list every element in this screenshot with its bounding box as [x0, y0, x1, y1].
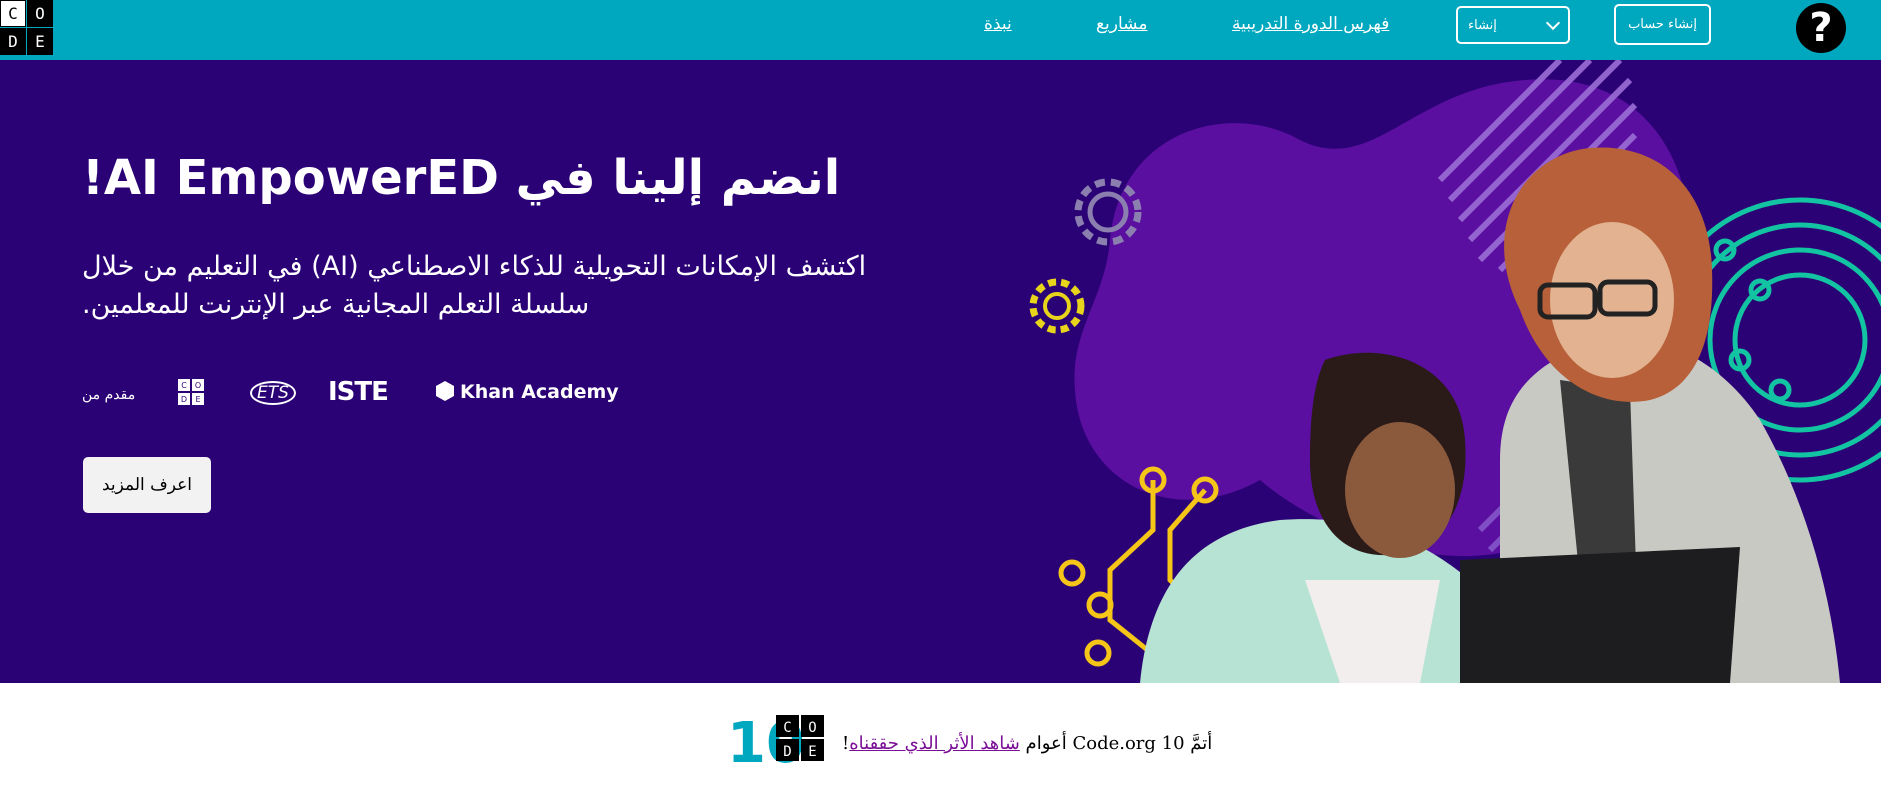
code-org-logo[interactable]: C O D E: [0, 0, 53, 55]
logo-letter-d: D: [0, 28, 26, 55]
anniversary-text: أتمَّ Code.org 10 أعوام شاهد الأثر الذي …: [842, 733, 1212, 754]
partner-logo-letter: D: [178, 393, 190, 405]
chevron-down-icon: [1545, 15, 1561, 30]
ten-logo-letter: D: [783, 744, 791, 760]
partner-logo-letter: O: [192, 379, 204, 391]
logo-letter-o: O: [27, 0, 53, 27]
khan-academy-logo: Khan Academy: [436, 381, 619, 403]
anniversary-text-prefix: أتمَّ Code.org 10 أعوام: [1019, 733, 1213, 754]
partner-logos-row: مقدم من C O D E ETS ISTE Khan Academy: [82, 377, 619, 417]
presented-by-label: مقدم من: [82, 387, 136, 403]
learn-more-button[interactable]: اعرف المزيد: [83, 457, 211, 513]
ten-years-logo: 10 C O D E: [729, 712, 824, 763]
khan-academy-label: Khan Academy: [460, 381, 619, 403]
ten-logo-letter: C: [783, 720, 791, 736]
create-dropdown-label: إنشاء: [1468, 17, 1497, 33]
ets-logo: ETS: [250, 381, 296, 405]
nav-link-projects[interactable]: مشاريع: [1096, 14, 1147, 34]
top-navigation-bar: C O D E نبذة مشاريع فهرس الدورة التدريبي…: [0, 0, 1881, 60]
ten-logo-letter: E: [808, 744, 816, 760]
laptop-photo: [1460, 547, 1740, 683]
see-impact-link[interactable]: شاهد الأثر الذي حققناه: [849, 733, 1020, 754]
hero-section: انضم إلينا في AI EmpowerED! اكتشف الإمكا…: [0, 60, 1881, 683]
create-account-button[interactable]: إنشاء حساب: [1614, 4, 1711, 45]
help-question-icon[interactable]: ?: [1796, 3, 1846, 53]
logo-letter-c: C: [0, 0, 26, 27]
iste-logo: ISTE: [328, 377, 389, 407]
nav-link-about[interactable]: نبذة: [984, 14, 1012, 34]
create-dropdown[interactable]: إنشاء: [1456, 6, 1570, 44]
ten-logo-letter: O: [808, 720, 816, 736]
logo-letter-e: E: [27, 28, 53, 55]
nav-link-course-catalog[interactable]: فهرس الدورة التدريبية: [1232, 14, 1389, 34]
khan-academy-hex-icon: [436, 381, 454, 401]
hero-title: انضم إلينا في AI EmpowerED!: [82, 150, 841, 206]
yellow-gear-icon: [1029, 278, 1085, 334]
anniversary-banner: 10 C O D E أتمَّ Code.org 10 أعوام شاهد …: [0, 683, 1881, 801]
partner-logo-letter: E: [192, 393, 204, 405]
partner-logo-letter: C: [178, 379, 190, 391]
code-org-partner-logo: C O D E: [178, 379, 204, 405]
hero-subtitle: اكتشف الإمكانات التحويلية للذكاء الاصطنا…: [82, 251, 867, 320]
